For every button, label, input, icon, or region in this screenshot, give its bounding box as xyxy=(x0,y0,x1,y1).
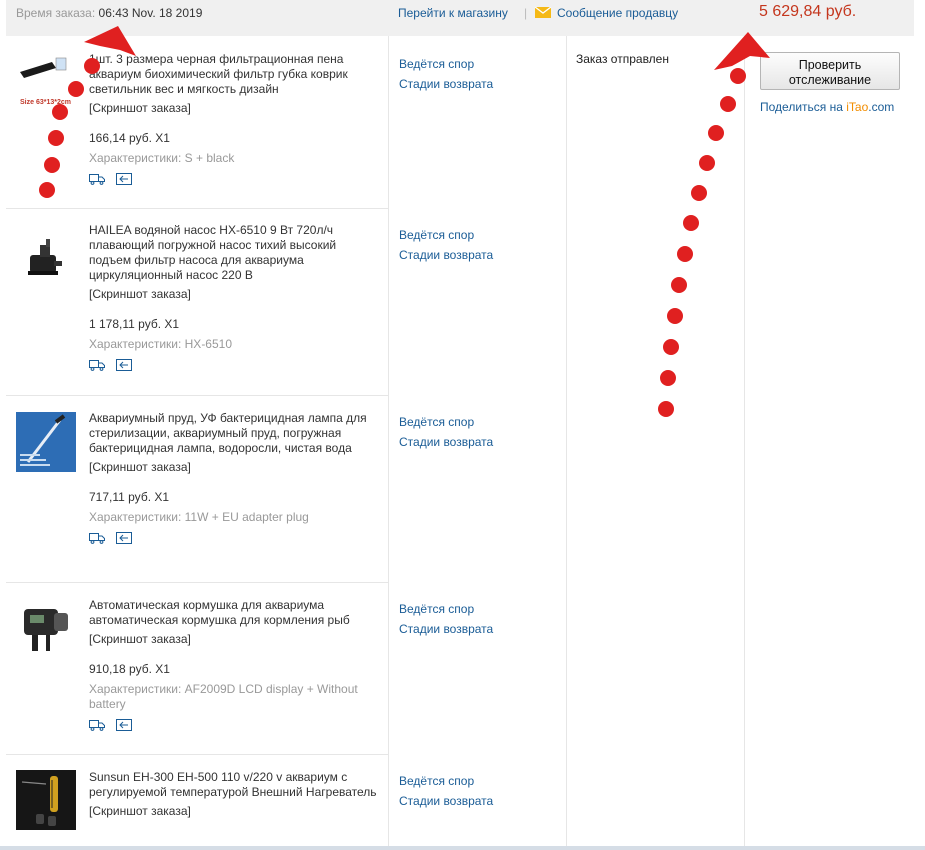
return-stages-link[interactable]: Стадии возврата xyxy=(399,619,559,639)
product-thumbnail[interactable]: Size 63*13*2cm xyxy=(16,54,80,114)
dispute-link[interactable]: Ведётся спор xyxy=(399,599,559,619)
item-title[interactable]: 1шт. 3 размера черная фильтрационная пен… xyxy=(89,52,379,97)
share-itao-link[interactable]: Поделиться на iTao.com xyxy=(760,100,894,114)
return-stages-link[interactable]: Стадии возврата xyxy=(399,432,559,452)
order-time-value: 06:43 Nov. 18 2019 xyxy=(98,6,203,20)
dispute-link[interactable]: Ведётся спор xyxy=(399,54,559,74)
item-title[interactable]: HAILEA водяной насос HX-6510 9 Вт 720л/ч… xyxy=(89,223,379,283)
order-screenshot-link[interactable]: [Скриншот заказа] xyxy=(89,101,379,116)
item-icons xyxy=(89,173,379,187)
item-icons xyxy=(89,359,379,373)
order-item: Автоматическая кормушка для аквариума ав… xyxy=(6,583,493,755)
item-info: Sunsun EH-300 EH-500 110 v/220 v аквариу… xyxy=(89,770,379,819)
item-specs: Характеристики: S + black xyxy=(89,151,235,165)
truck-icon[interactable] xyxy=(89,359,105,374)
product-thumbnail[interactable] xyxy=(16,231,76,291)
return-icon[interactable] xyxy=(116,719,133,734)
return-stages-link[interactable]: Стадии возврата xyxy=(399,791,559,811)
item-actions: Ведётся спор Стадии возврата xyxy=(399,412,559,452)
order-time: Время заказа: 06:43 Nov. 18 2019 xyxy=(16,6,202,20)
order-item: Sunsun EH-300 EH-500 110 v/220 v аквариу… xyxy=(6,755,493,850)
order-screenshot-link[interactable]: [Скриншот заказа] xyxy=(89,287,379,302)
item-info: Автоматическая кормушка для аквариума ав… xyxy=(89,598,379,733)
return-icon[interactable] xyxy=(116,173,133,188)
share-prefix: Поделиться на xyxy=(760,100,847,114)
item-price: 910,18 руб. X1 xyxy=(89,662,170,676)
item-info: HAILEA водяной насос HX-6510 9 Вт 720л/ч… xyxy=(89,223,379,373)
item-title[interactable]: Автоматическая кормушка для аквариума ав… xyxy=(89,598,379,628)
message-seller-link[interactable]: Сообщение продавцу xyxy=(535,6,678,20)
dispute-link[interactable]: Ведётся спор xyxy=(399,225,559,245)
item-title[interactable]: Sunsun EH-300 EH-500 110 v/220 v аквариу… xyxy=(89,770,379,800)
envelope-icon xyxy=(535,7,551,18)
item-actions: Ведётся спор Стадии возврата xyxy=(399,54,559,94)
truck-icon[interactable] xyxy=(89,532,105,547)
order-total: 5 629,84 руб. xyxy=(759,3,857,20)
item-price: 166,14 руб. X1 xyxy=(89,131,170,145)
return-stages-link[interactable]: Стадии возврата xyxy=(399,245,559,265)
order-screenshot-link[interactable]: [Скриншот заказа] xyxy=(89,460,379,475)
item-icons xyxy=(89,532,379,546)
item-actions: Ведётся спор Стадии возврата xyxy=(399,599,559,639)
item-info: Аквариумный пруд, УФ бактерицидная лампа… xyxy=(89,411,379,546)
item-info: 1шт. 3 размера черная фильтрационная пен… xyxy=(89,52,379,187)
share-brand-tao: Tao xyxy=(848,100,869,114)
order-table: Заказ отправлен Проверить отслеживание П… xyxy=(6,36,914,850)
order-screenshot-link[interactable]: [Скриншот заказа] xyxy=(89,632,379,647)
order-item: HAILEA водяной насос HX-6510 9 Вт 720л/ч… xyxy=(6,209,493,396)
dispute-link[interactable]: Ведётся спор xyxy=(399,412,559,432)
product-thumbnail[interactable] xyxy=(16,412,76,472)
truck-icon[interactable] xyxy=(89,173,105,188)
order-time-label: Время заказа: xyxy=(16,6,96,20)
check-tracking-button[interactable]: Проверить отслеживание xyxy=(760,52,900,90)
column-divider xyxy=(744,36,745,850)
product-thumbnail[interactable] xyxy=(16,770,76,830)
order-header: Время заказа: 06:43 Nov. 18 2019 Перейти… xyxy=(6,0,914,36)
order-status: Заказ отправлен xyxy=(576,52,669,66)
truck-icon[interactable] xyxy=(89,719,105,734)
go-to-store-link[interactable]: Перейти к магазину xyxy=(398,6,508,20)
item-specs: Характеристики: HX-6510 xyxy=(89,337,233,351)
product-thumbnail[interactable] xyxy=(16,601,76,661)
return-icon[interactable] xyxy=(116,359,133,374)
share-brand-domain: .com xyxy=(868,100,895,114)
return-stages-link[interactable]: Стадии возврата xyxy=(399,74,559,94)
item-specs: Характеристики: AF2009D LCD display + Wi… xyxy=(89,682,358,711)
page-bottom-edge xyxy=(0,846,925,850)
order-item: Size 63*13*2cm 1шт. 3 размера черная фил… xyxy=(6,36,493,209)
item-actions: Ведётся спор Стадии возврата xyxy=(399,771,559,811)
return-icon[interactable] xyxy=(116,532,133,547)
item-price: 1 178,11 руб. X1 xyxy=(89,317,180,331)
order-screenshot-link[interactable]: [Скриншот заказа] xyxy=(89,804,379,819)
column-divider xyxy=(388,36,389,850)
header-separator: | xyxy=(524,6,528,20)
thumb-caption: Size 63*13*2cm xyxy=(20,99,71,106)
item-specs: Характеристики: 11W + EU adapter plug xyxy=(89,510,309,524)
message-seller-label: Сообщение продавцу xyxy=(557,6,679,20)
column-divider xyxy=(566,36,567,850)
item-actions: Ведётся спор Стадии возврата xyxy=(399,225,559,265)
item-title[interactable]: Аквариумный пруд, УФ бактерицидная лампа… xyxy=(89,411,379,456)
item-price: 717,11 руб. X1 xyxy=(89,490,170,504)
item-icons xyxy=(89,719,379,733)
order-item: Аквариумный пруд, УФ бактерицидная лампа… xyxy=(6,396,493,583)
dispute-link[interactable]: Ведётся спор xyxy=(399,771,559,791)
